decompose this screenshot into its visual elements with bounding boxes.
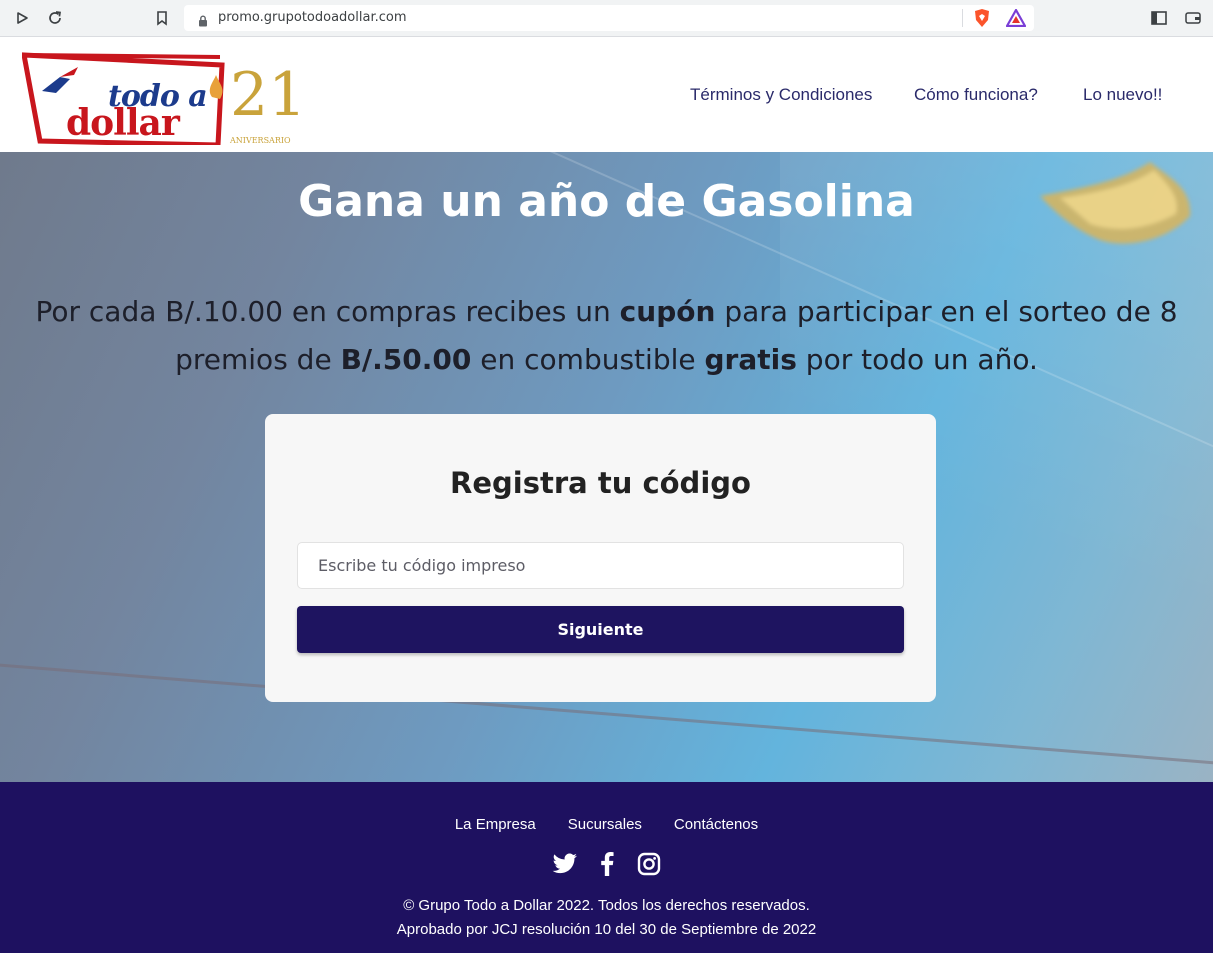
- bookmark-icon[interactable]: [152, 9, 172, 27]
- hero-desc-text: por todo un año.: [796, 343, 1038, 376]
- footer-link-la-empresa[interactable]: La Empresa: [455, 816, 536, 833]
- hero-desc-text: en combustible: [471, 343, 705, 376]
- nav-como-funciona[interactable]: Cómo funciona?: [914, 85, 1038, 105]
- hero-desc-text: Por cada B/.10.00 en compras recibes un: [35, 295, 620, 328]
- hero-title: Gana un año de Gasolina: [298, 176, 915, 227]
- hero-desc-bold: cupón: [619, 295, 716, 328]
- browser-toolbar: promo.grupotodoadollar.com: [0, 0, 1213, 37]
- sidebar-toggle-icon[interactable]: [1149, 8, 1169, 28]
- register-code-title: Registra tu código: [450, 466, 751, 500]
- twitter-icon[interactable]: [551, 850, 579, 878]
- nav-terminos[interactable]: Términos y Condiciones: [690, 85, 872, 105]
- copyright-text: © Grupo Todo a Dollar 2022. Todos los de…: [403, 897, 810, 914]
- approval-text: Aprobado por JCJ resolución 10 del 30 de…: [396, 921, 817, 938]
- footer-legal: © Grupo Todo a Dollar 2022. Todos los de…: [0, 894, 1213, 942]
- todo-a-dollar-logo[interactable]: todo a dollar 21 ANIVERSARIO: [22, 45, 306, 145]
- brave-shield-icon[interactable]: [972, 8, 992, 28]
- site-footer: La Empresa Sucursales Contáctenos © Grup…: [0, 782, 1213, 953]
- brave-rewards-icon[interactable]: [1006, 8, 1026, 28]
- facebook-icon[interactable]: [593, 850, 621, 878]
- nav-lo-nuevo[interactable]: Lo nuevo!!: [1083, 85, 1162, 105]
- hero-description: Por cada B/.10.00 en compras recibes un …: [20, 288, 1193, 384]
- lock-icon: [198, 12, 208, 31]
- footer-link-sucursales[interactable]: Sucursales: [568, 816, 642, 833]
- register-code-card: Registra tu código Siguiente: [265, 414, 936, 702]
- url-text: promo.grupotodoadollar.com: [218, 10, 407, 25]
- hero-desc-bold: B/.50.00: [340, 343, 472, 376]
- logo-anniversary-label: ANIVERSARIO: [230, 136, 291, 145]
- reload-icon[interactable]: [45, 9, 65, 27]
- logo-anniversary-number: 21: [230, 60, 307, 130]
- site-header: todo a dollar 21 ANIVERSARIO Términos y …: [0, 37, 1213, 152]
- instagram-icon[interactable]: [635, 850, 663, 878]
- address-bar[interactable]: promo.grupotodoadollar.com: [184, 5, 1034, 31]
- footer-link-contactenos[interactable]: Contáctenos: [674, 816, 758, 833]
- wallet-icon[interactable]: [1183, 8, 1203, 28]
- siguiente-button[interactable]: Siguiente: [297, 606, 904, 653]
- logo-text-dollar: dollar: [66, 102, 180, 144]
- hero-desc-bold: gratis: [704, 343, 797, 376]
- code-input[interactable]: [297, 542, 904, 589]
- address-divider: [962, 9, 963, 27]
- footer-links: La Empresa Sucursales Contáctenos: [0, 816, 1213, 833]
- play-icon[interactable]: [12, 9, 32, 27]
- social-icons: [0, 850, 1213, 878]
